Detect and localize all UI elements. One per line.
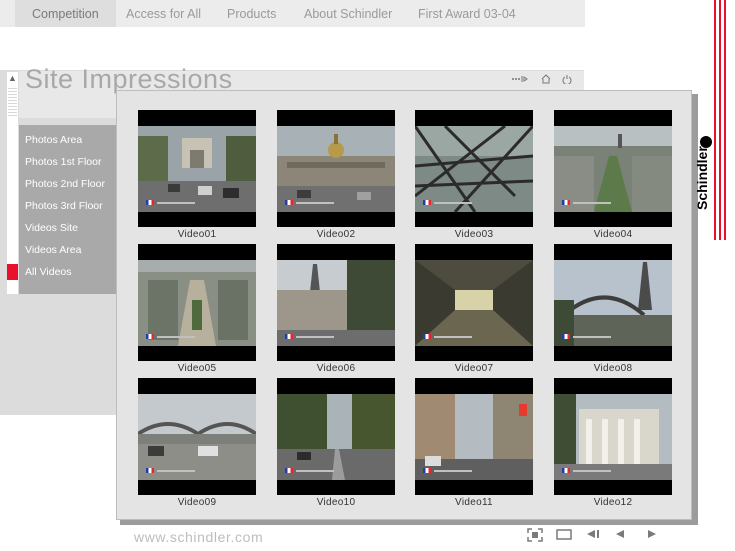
caption-strip — [434, 202, 472, 204]
flag-icon — [146, 334, 154, 339]
home-icon[interactable] — [541, 74, 551, 88]
brand-name: Schindler — [694, 146, 710, 210]
video-title: Video02 — [316, 229, 356, 240]
scroll-position-marker[interactable] — [7, 264, 18, 280]
caption-strip — [157, 336, 195, 338]
menu-item-photos-3rd-floor[interactable]: Photos 3rd Floor — [25, 200, 103, 212]
video-title: Video10 — [316, 497, 356, 508]
video-title: Video05 — [177, 363, 217, 374]
video-thumbnail[interactable] — [138, 244, 256, 361]
brand-stripe — [724, 0, 726, 240]
video-tile[interactable]: Video10 — [277, 378, 395, 512]
nav-item-competition[interactable]: Competition — [15, 0, 116, 27]
flag-icon — [423, 334, 431, 339]
sound-icon[interactable] — [511, 74, 531, 88]
video-thumbnail[interactable] — [554, 378, 672, 495]
video-tile[interactable]: Video01 — [138, 110, 256, 244]
flag-icon — [562, 334, 570, 339]
category-menu: Photos Area Photos 1st Floor Photos 2nd … — [19, 125, 116, 294]
menu-item-videos-area[interactable]: Videos Area — [25, 244, 81, 256]
video-tile[interactable]: Video03 — [415, 110, 533, 244]
menu-item-videos-site[interactable]: Videos Site — [25, 222, 78, 234]
video-tile[interactable]: Video08 — [554, 244, 672, 378]
fullscreen-icon[interactable] — [527, 528, 543, 545]
flag-icon — [423, 468, 431, 473]
next-icon[interactable] — [645, 528, 659, 543]
menu-item-photos-area[interactable]: Photos Area — [25, 134, 82, 146]
footer-url[interactable]: www.schindler.com — [134, 529, 263, 545]
nav-item-access-for-all[interactable]: Access for All — [126, 0, 201, 27]
flag-icon — [285, 334, 293, 339]
video-tile[interactable]: Video02 — [277, 110, 395, 244]
window-icon[interactable] — [556, 528, 572, 543]
video-thumbnail[interactable] — [554, 110, 672, 227]
video-title: Video01 — [177, 229, 217, 240]
video-thumbnail[interactable] — [277, 244, 395, 361]
video-thumbnail[interactable] — [415, 378, 533, 495]
caption-strip — [296, 470, 334, 472]
video-gallery: Video01 Video02 Video03 Video04 Video05 … — [116, 90, 692, 520]
top-navigation: Competition Access for All Products Abou… — [0, 0, 585, 27]
video-tile[interactable]: Video04 — [554, 110, 672, 244]
scroll-arrows-icon[interactable]: ▲ — [7, 72, 18, 84]
rewind-icon[interactable] — [585, 528, 601, 543]
video-tile[interactable]: Video06 — [277, 244, 395, 378]
caption-strip — [157, 202, 195, 204]
video-tile[interactable]: Video05 — [138, 244, 256, 378]
flag-icon — [562, 468, 570, 473]
brand-stripe — [719, 0, 721, 240]
video-thumbnail[interactable] — [277, 378, 395, 495]
flag-icon — [562, 200, 570, 205]
video-title: Video08 — [593, 363, 633, 374]
nav-item-first-award[interactable]: First Award 03-04 — [418, 0, 516, 27]
caption-strip — [434, 336, 472, 338]
video-thumbnail[interactable] — [415, 110, 533, 227]
caption-strip — [573, 470, 611, 472]
caption-strip — [157, 470, 195, 472]
caption-strip — [434, 470, 472, 472]
video-thumbnail[interactable] — [415, 244, 533, 361]
flag-icon — [146, 200, 154, 205]
nav-item-about-schindler[interactable]: About Schindler — [304, 0, 392, 27]
video-thumbnail[interactable] — [138, 378, 256, 495]
video-title: Video12 — [593, 497, 633, 508]
flag-icon — [285, 200, 293, 205]
flag-icon — [285, 468, 293, 473]
video-title: Video07 — [454, 363, 494, 374]
menu-item-photos-2nd-floor[interactable]: Photos 2nd Floor — [25, 178, 105, 190]
menu-item-photos-1st-floor[interactable]: Photos 1st Floor — [25, 156, 101, 168]
previous-icon[interactable] — [614, 528, 628, 543]
scroll-track[interactable] — [8, 86, 17, 116]
caption-strip — [573, 202, 611, 204]
caption-strip — [296, 336, 334, 338]
video-tile[interactable]: Video11 — [415, 378, 533, 512]
flag-icon — [423, 200, 431, 205]
video-thumbnail[interactable] — [554, 244, 672, 361]
video-thumbnail[interactable] — [277, 110, 395, 227]
video-tile[interactable]: Video09 — [138, 378, 256, 512]
caption-strip — [573, 336, 611, 338]
video-title: Video09 — [177, 497, 217, 508]
video-title: Video11 — [455, 497, 493, 508]
video-title: Video03 — [454, 229, 494, 240]
brand-stripe — [714, 0, 716, 240]
menu-item-all-videos[interactable]: All Videos — [25, 266, 72, 278]
video-title: Video04 — [593, 229, 633, 240]
flag-icon — [146, 468, 154, 473]
caption-strip — [296, 202, 334, 204]
video-tile[interactable]: Video12 — [554, 378, 672, 512]
video-title: Video06 — [316, 363, 356, 374]
video-thumbnail[interactable] — [138, 110, 256, 227]
nav-item-products[interactable]: Products — [227, 0, 276, 27]
power-icon[interactable] — [562, 74, 572, 88]
video-tile[interactable]: Video07 — [415, 244, 533, 378]
